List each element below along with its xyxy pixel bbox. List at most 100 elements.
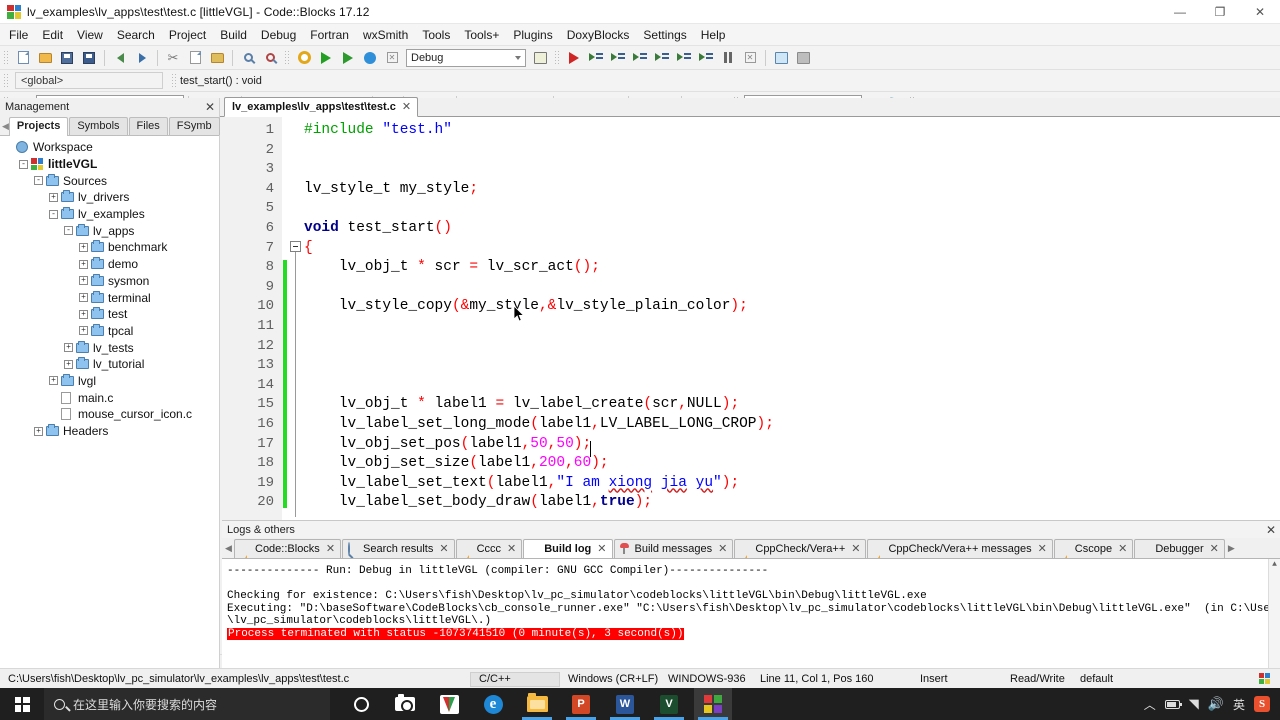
taskbar-codeblocks-button[interactable] [694,688,732,720]
close-icon[interactable]: ✕ [507,542,516,555]
debug-step-out-button[interactable] [673,48,695,68]
various-info-button[interactable] [792,48,814,68]
tree-item-sources[interactable]: - Sources [0,172,219,189]
close-button[interactable]: ✕ [1240,0,1280,23]
replace-button[interactable] [259,48,281,68]
undo-button[interactable] [109,48,131,68]
redo-button[interactable] [131,48,153,68]
debug-break-button[interactable] [717,48,739,68]
cut-button[interactable]: ✂ [162,48,184,68]
minimize-button[interactable]: — [1160,0,1200,23]
start-button[interactable] [0,688,44,720]
taskbar-edge-button[interactable]: e [474,688,512,720]
menu-plugins[interactable]: Plugins [506,25,559,45]
tree-item-lv-examples[interactable]: - lv_examples [0,206,219,223]
close-icon[interactable]: ✕ [718,542,727,555]
code-line[interactable] [304,337,1280,357]
tree-item-lv-drivers[interactable]: + lv_drivers [0,189,219,206]
collapse-icon[interactable]: - [34,176,43,186]
tab-projects[interactable]: Projects [8,117,69,136]
logs-tab-search-results[interactable]: Search results ✕ [342,539,455,558]
tree-item-main-c[interactable]: main.c [0,389,219,406]
editor-tab-testc[interactable]: lv_examples\lv_apps\test\test.c ✕ [224,97,419,117]
taskbar-cortana-button[interactable] [342,688,380,720]
code-line[interactable]: lv_obj_t * scr = lv_scr_act(); [304,258,1280,278]
tree-item-tpcal[interactable]: + tpcal [0,323,219,340]
close-icon[interactable]: ✕ [1118,542,1127,555]
save-all-button[interactable] [78,48,100,68]
close-icon[interactable]: ✕ [402,100,411,113]
code-line[interactable]: lv_obj_set_size(label1,200,60); [304,454,1280,474]
new-file-button[interactable] [12,48,34,68]
tree-item-headers[interactable]: + Headers [0,423,219,440]
expand-icon[interactable]: + [79,309,88,319]
logs-tab-code-blocks[interactable]: Code::Blocks ✕ [234,539,342,558]
tree-item-lv-tutorial[interactable]: + lv_tutorial [0,356,219,373]
build-target-select[interactable]: Debug [406,48,526,67]
save-button[interactable] [56,48,78,68]
build-target-options-button[interactable] [529,48,551,68]
find-button[interactable] [237,48,259,68]
tab-fsymb[interactable]: FSymb [168,117,220,135]
tree-item-lvgl[interactable]: + lvgl [0,373,219,390]
tree-item-lv-tests[interactable]: + lv_tests [0,339,219,356]
tab-scroll-left-icon[interactable]: ◀ [2,121,9,135]
menu-search[interactable]: Search [110,25,162,45]
logs-tab-scroll-left-icon[interactable]: ◀ [223,543,234,558]
logs-tab-build-log[interactable]: Build log ✕ [523,539,613,558]
debug-stop-button[interactable]: ✕ [739,48,761,68]
debug-continue-button[interactable] [563,48,585,68]
collapse-icon[interactable]: - [49,209,58,219]
toolbar-grip[interactable] [284,49,290,66]
tree-item-littlevgl[interactable]: - littleVGL [0,156,219,173]
tab-symbols[interactable]: Symbols [69,117,128,135]
scroll-up-icon[interactable]: ▲ [1272,560,1277,569]
tree-item-mouse-cursor-icon-c[interactable]: mouse_cursor_icon.c [0,406,219,423]
tree-item-test[interactable]: + test [0,306,219,323]
expand-icon[interactable]: + [34,426,43,436]
paste-button[interactable] [206,48,228,68]
debugging-windows-button[interactable] [770,48,792,68]
code-line[interactable] [304,141,1280,161]
code-line[interactable]: lv_style_copy(&my_style,&lv_style_plain_… [304,297,1280,317]
tree-item-terminal[interactable]: + terminal [0,289,219,306]
open-file-button[interactable] [34,48,56,68]
debug-run-to-cursor-button[interactable] [585,48,607,68]
fold-toggle-icon[interactable] [290,241,301,252]
tree-item-sysmon[interactable]: + sysmon [0,273,219,290]
code-line[interactable]: { [304,239,1280,259]
logs-tab-debugger[interactable]: Debugger ✕ [1134,539,1225,558]
logs-tab-cppcheck-vera-messages[interactable]: CppCheck/Vera++ messages ✕ [867,539,1053,558]
expand-icon[interactable]: + [79,326,88,336]
run-button[interactable] [315,48,337,68]
tray-chevron-up-icon[interactable]: ︿ [1144,696,1156,713]
menu-file[interactable]: File [2,25,35,45]
toolbar-grip[interactable] [3,72,9,89]
menu-doxyblocks[interactable]: DoxyBlocks [560,25,637,45]
close-icon[interactable]: ✕ [205,100,215,114]
tree-item-benchmark[interactable]: + benchmark [0,239,219,256]
taskbar-search-box[interactable]: 在这里输入你要搜索的内容 [44,688,330,720]
code-line[interactable]: #include "test.h" [304,121,1280,141]
expand-icon[interactable]: + [64,359,73,369]
taskbar-camera-button[interactable] [386,688,424,720]
menu-tools-plus[interactable]: Tools+ [457,25,506,45]
close-icon[interactable]: ✕ [326,542,335,555]
expand-icon[interactable]: + [49,376,58,386]
close-icon[interactable]: ✕ [597,542,606,555]
code-line[interactable]: lv_obj_set_pos(label1,50,50); [304,435,1280,455]
code-line[interactable]: lv_label_set_long_mode(label1,LV_LABEL_L… [304,415,1280,435]
close-icon[interactable]: ✕ [1210,542,1219,555]
toolbar-grip[interactable] [554,49,560,66]
taskbar-explorer-button[interactable] [518,688,556,720]
menu-view[interactable]: View [70,25,110,45]
code-line[interactable] [304,376,1280,396]
tree-item-lv-apps[interactable]: - lv_apps [0,222,219,239]
code-line[interactable]: lv_label_set_text(label1,"I am xiong jia… [304,474,1280,494]
expand-icon[interactable]: + [49,192,58,202]
code-line[interactable] [304,317,1280,337]
abort-build-button[interactable]: ✕ [381,48,403,68]
toolbar-grip[interactable] [171,72,177,89]
scope-select[interactable]: <global> [15,72,163,89]
volume-icon[interactable]: 🔊 [1208,696,1224,712]
